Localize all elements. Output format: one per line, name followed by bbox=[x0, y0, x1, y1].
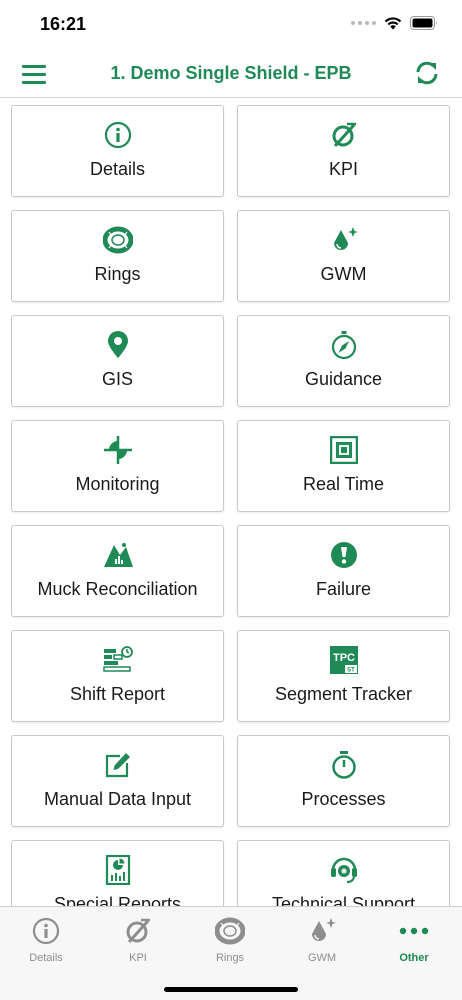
more-icon bbox=[399, 927, 429, 935]
gwm-icon bbox=[333, 227, 358, 250]
headset-icon bbox=[330, 857, 357, 883]
tab-label: Other bbox=[399, 952, 429, 964]
tile-label: Segment Tracker bbox=[274, 684, 413, 704]
tile-gwm[interactable]: GWM bbox=[237, 210, 450, 302]
tab-gwm[interactable]: GWM bbox=[276, 915, 368, 964]
tile-real-time[interactable]: Real Time bbox=[237, 420, 450, 512]
tile-label: KPI bbox=[328, 159, 358, 179]
tile-label: Real Time bbox=[302, 474, 385, 494]
tile-label: Failure bbox=[315, 579, 372, 599]
page-title: 1. Demo Single Shield - EPB bbox=[110, 63, 352, 83]
tile-label: Monitoring bbox=[75, 474, 160, 494]
info-icon bbox=[104, 121, 131, 149]
status-bar: 16:21 bbox=[0, 0, 462, 50]
bottom-tab-bar: Details KPI Rings GWM Other bbox=[0, 906, 462, 1000]
tpc-logo-icon: TPC ST bbox=[329, 646, 358, 674]
tile-label: Rings bbox=[94, 264, 141, 284]
stopwatch-icon bbox=[331, 751, 356, 779]
tile-kpi[interactable]: KPI bbox=[237, 105, 450, 197]
tile-details[interactable]: Details bbox=[11, 105, 224, 197]
tile-label: GWM bbox=[320, 264, 367, 284]
kpi-icon bbox=[126, 918, 150, 944]
tab-other[interactable]: Other bbox=[368, 915, 460, 964]
tile-segment-tracker[interactable]: TPC ST Segment Tracker bbox=[237, 630, 450, 722]
tile-shift-report[interactable]: Shift Report bbox=[11, 630, 224, 722]
rings-icon bbox=[102, 226, 133, 254]
muck-icon bbox=[103, 543, 133, 567]
tile-technical-support[interactable]: Technical Support bbox=[237, 840, 450, 907]
tab-label: Rings bbox=[215, 952, 245, 964]
tile-monitoring[interactable]: Monitoring bbox=[11, 420, 224, 512]
tpc-logo-text: TPC bbox=[333, 652, 355, 664]
tile-guidance[interactable]: Guidance bbox=[237, 315, 450, 407]
realtime-icon bbox=[329, 436, 358, 464]
tab-label: KPI bbox=[129, 952, 147, 964]
tab-rings[interactable]: Rings bbox=[184, 915, 276, 964]
tile-manual-data-input[interactable]: Manual Data Input bbox=[11, 735, 224, 827]
report-icon bbox=[105, 855, 130, 885]
tab-details[interactable]: Details bbox=[0, 915, 92, 964]
tile-gis[interactable]: GIS bbox=[11, 315, 224, 407]
tile-muck-reconciliation[interactable]: Muck Reconciliation bbox=[11, 525, 224, 617]
tile-special-reports[interactable]: Special Reports bbox=[11, 840, 224, 907]
status-icons bbox=[351, 16, 438, 30]
home-indicator bbox=[164, 987, 298, 992]
tile-label: Shift Report bbox=[69, 684, 166, 704]
tile-processes[interactable]: Processes bbox=[237, 735, 450, 827]
gwm-icon bbox=[312, 918, 336, 941]
tab-label: GWM bbox=[307, 952, 337, 964]
status-time: 16:21 bbox=[40, 14, 87, 34]
info-icon bbox=[32, 917, 60, 945]
battery-icon bbox=[410, 16, 437, 30]
map-pin-icon bbox=[107, 331, 128, 358]
edit-icon bbox=[105, 753, 130, 778]
tab-label: Details bbox=[29, 952, 63, 964]
tile-label: Processes bbox=[301, 789, 386, 809]
compass-icon bbox=[331, 331, 356, 359]
tile-label: Details bbox=[89, 159, 146, 179]
kpi-icon bbox=[332, 122, 356, 148]
tile-label: Muck Reconciliation bbox=[37, 579, 198, 599]
tile-label: Manual Data Input bbox=[43, 789, 192, 809]
crosshair-icon bbox=[103, 436, 132, 464]
tpc-logo-subtext: ST bbox=[347, 668, 355, 674]
tab-kpi[interactable]: KPI bbox=[92, 915, 184, 964]
module-grid: Details KPI Rings GWM GIS Guidance Monit… bbox=[11, 105, 453, 907]
tile-rings[interactable]: Rings bbox=[11, 210, 224, 302]
wifi-icon bbox=[384, 17, 402, 30]
failure-icon bbox=[330, 542, 357, 568]
tile-label: Guidance bbox=[304, 369, 383, 389]
tile-label: GIS bbox=[101, 369, 133, 389]
shift-report-icon bbox=[102, 646, 133, 672]
tile-failure[interactable]: Failure bbox=[237, 525, 450, 617]
sync-icon[interactable] bbox=[414, 60, 440, 86]
cellular-signal-icon bbox=[351, 21, 376, 25]
rings-icon bbox=[215, 917, 245, 945]
app-header: 1. Demo Single Shield - EPB bbox=[0, 50, 462, 98]
